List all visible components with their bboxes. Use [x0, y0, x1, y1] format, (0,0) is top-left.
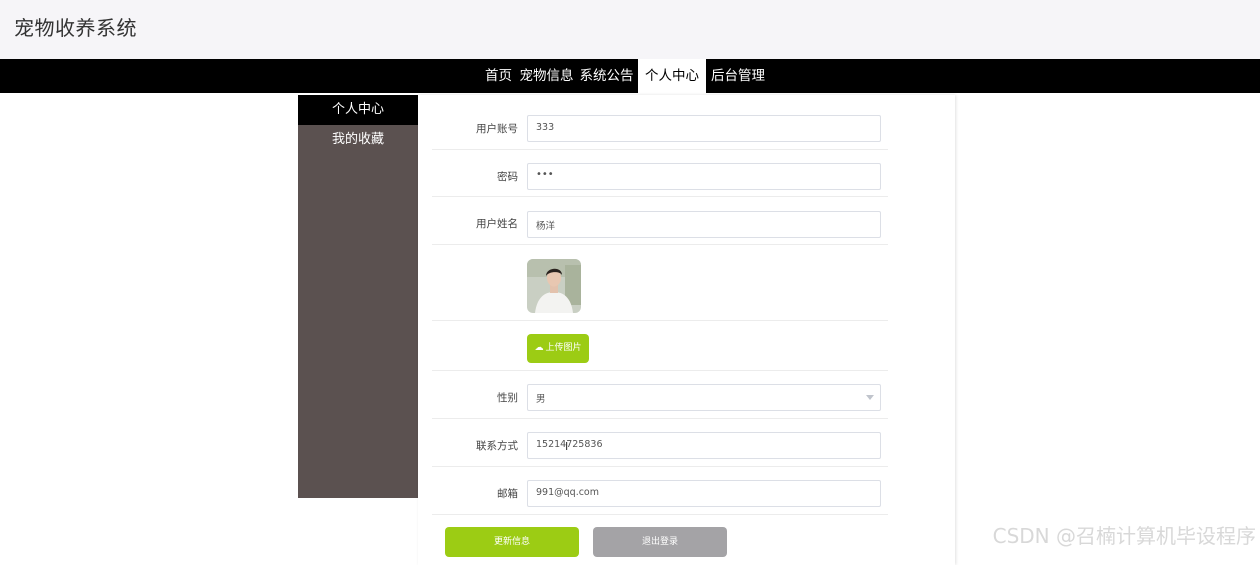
upload-label: 上传图片 [545, 343, 582, 353]
nav-personal-center[interactable]: 个人中心 [638, 59, 706, 93]
email-label: 邮箱 [497, 488, 518, 500]
name-field[interactable]: 杨洋 [527, 211, 881, 238]
gender-value: 男 [536, 394, 546, 405]
avatar [527, 259, 581, 313]
text-cursor-icon: I [565, 440, 569, 453]
divider [432, 149, 888, 150]
nav-announcements[interactable]: 系统公告 [576, 59, 637, 93]
logout-button[interactable]: 退出登录 [593, 527, 727, 557]
update-info-button[interactable]: 更新信息 [445, 527, 579, 557]
sidebar-item-favorites[interactable]: 我的收藏 [298, 125, 418, 155]
header: 宠物收养系统 [0, 0, 1260, 59]
gender-label: 性别 [497, 392, 518, 404]
nav-home[interactable]: 首页 [480, 59, 517, 93]
nav-admin[interactable]: 后台管理 [706, 59, 770, 93]
site-title: 宠物收养系统 [14, 16, 137, 40]
upload-image-button[interactable]: ☁ 上传图片 [527, 334, 589, 363]
avatar-photo-icon [527, 259, 581, 313]
top-navbar: 首页 宠物信息 系统公告 个人中心 后台管理 [0, 59, 1260, 93]
account-field[interactable]: 333 [527, 115, 881, 142]
phone-field[interactable]: 15214725836 [527, 432, 881, 459]
email-value: 991@qq.com [536, 487, 600, 498]
nav-pet-info[interactable]: 宠物信息 [517, 59, 576, 93]
sidebar: 个人中心 我的收藏 [298, 95, 418, 498]
gender-select[interactable]: 男 [527, 384, 881, 411]
cloud-upload-icon: ☁ [534, 343, 544, 353]
divider [432, 514, 888, 515]
sidebar-item-personal-center[interactable]: 个人中心 [298, 95, 418, 125]
divider [432, 418, 888, 419]
account-label: 用户账号 [476, 123, 518, 135]
chevron-down-icon [866, 395, 874, 400]
divider [432, 466, 888, 467]
account-value: 333 [536, 122, 555, 133]
phone-label: 联系方式 [476, 440, 518, 452]
password-label: 密码 [497, 171, 518, 183]
csdn-watermark: CSDN @召楠计算机毕设程序 [992, 524, 1256, 548]
name-label: 用户姓名 [476, 218, 518, 230]
divider [432, 244, 888, 245]
password-value: ••• [536, 169, 554, 180]
divider [432, 196, 888, 197]
password-field[interactable]: ••• [527, 163, 881, 190]
name-value: 杨洋 [536, 221, 556, 232]
email-field[interactable]: 991@qq.com [527, 480, 881, 507]
divider [432, 320, 888, 321]
phone-value: 15214725836 [536, 439, 603, 450]
divider [432, 370, 888, 371]
